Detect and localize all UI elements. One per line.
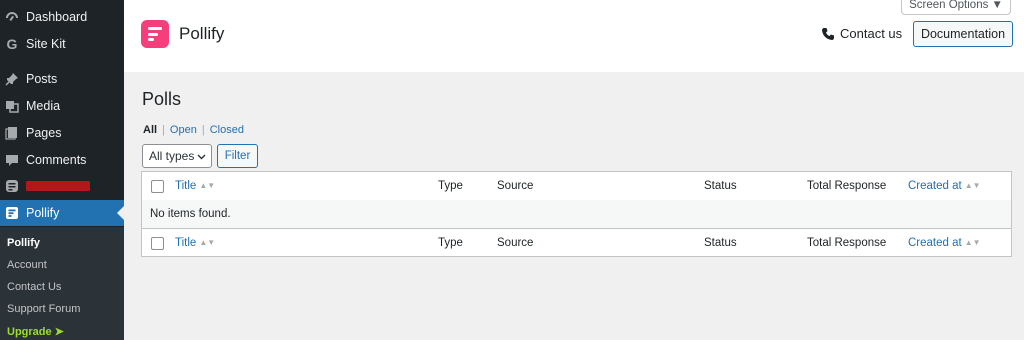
view-closed[interactable]: Closed xyxy=(210,124,244,136)
menu-label-pollify: Pollify xyxy=(26,206,60,220)
sort-icon: ▲▼ xyxy=(199,238,216,247)
view-all[interactable]: All xyxy=(143,124,157,136)
page-title: Polls xyxy=(142,89,182,109)
menu-item-pollify[interactable]: Pollify xyxy=(0,200,124,226)
menu-item-dashboard[interactable]: Dashboard xyxy=(0,4,124,30)
menu-label-pages: Pages xyxy=(26,126,62,140)
column-created-at-label: Created at xyxy=(908,180,962,192)
table-footer-row: Title ▲▼ Type Source Status Total Respons… xyxy=(142,228,1011,257)
polls-table: Title ▲▼ Type Source Status Total Respons… xyxy=(141,171,1012,257)
form-icon xyxy=(5,179,19,193)
column-created-at[interactable]: Created at ▲▼ xyxy=(908,180,981,192)
comment-icon xyxy=(5,153,19,167)
pollify-icon xyxy=(5,206,19,220)
submenu-item-contact-us[interactable]: Contact Us xyxy=(7,281,61,293)
menu-item-posts[interactable]: Posts xyxy=(0,66,124,92)
views-separator: | xyxy=(201,124,205,136)
column-status: Status xyxy=(704,180,737,192)
submenu-item-upgrade[interactable]: Upgrade ➤ xyxy=(7,325,64,338)
dashboard-icon xyxy=(5,10,19,24)
column-title-label: Title xyxy=(175,180,197,192)
pollify-submenu: Pollify Account Contact Us Support Forum… xyxy=(0,227,124,340)
column-total-response: Total Response xyxy=(807,180,887,192)
sort-icon: ▲▼ xyxy=(964,181,981,190)
menu-label-dashboard: Dashboard xyxy=(26,10,88,24)
column-title-label: Title xyxy=(175,237,197,249)
column-title[interactable]: Title ▲▼ xyxy=(175,237,215,249)
submenu-item-account[interactable]: Account xyxy=(7,259,47,271)
empty-message: No items found. xyxy=(150,208,231,220)
select-all-checkbox[interactable] xyxy=(151,180,164,193)
pin-icon xyxy=(5,72,19,86)
views-separator: | xyxy=(162,124,165,136)
contact-us-label: Contact us xyxy=(840,26,903,41)
column-type: Type xyxy=(438,237,463,249)
table-header-row: Title ▲▼ Type Source Status Total Respons… xyxy=(142,172,1011,201)
menu-label-site-kit: Site Kit xyxy=(26,37,66,51)
filter-button[interactable]: Filter xyxy=(217,144,258,168)
pollify-logo-icon xyxy=(141,20,169,48)
media-icon xyxy=(5,99,19,113)
menu-item-comments[interactable]: Comments xyxy=(0,147,124,173)
status-views: All | Open | Closed xyxy=(143,124,244,136)
brand-name: Pollify xyxy=(179,24,225,43)
menu-label-comments: Comments xyxy=(26,153,87,167)
menu-item-media[interactable]: Media xyxy=(0,93,124,119)
redacted-label xyxy=(26,181,90,191)
column-source: Source xyxy=(497,180,534,192)
site-kit-g-icon: G xyxy=(6,36,18,52)
chevron-down-icon xyxy=(197,154,206,160)
menu-label-media: Media xyxy=(26,99,61,113)
documentation-button[interactable]: Documentation xyxy=(913,21,1013,47)
select-all-checkbox[interactable] xyxy=(151,237,164,250)
column-status: Status xyxy=(704,237,737,249)
submenu-item-pollify[interactable]: Pollify xyxy=(7,237,40,249)
view-open[interactable]: Open xyxy=(170,124,197,136)
type-filter-select[interactable]: All types xyxy=(142,144,212,168)
screen-options-button[interactable]: Screen Options ▼ xyxy=(901,0,1011,15)
phone-icon xyxy=(822,27,834,40)
menu-item-pages[interactable]: Pages xyxy=(0,120,124,146)
pages-icon xyxy=(5,126,19,140)
table-row: No items found. xyxy=(142,200,1011,228)
column-title[interactable]: Title ▲▼ xyxy=(175,180,215,192)
column-created-at-label: Created at xyxy=(908,237,962,249)
column-created-at[interactable]: Created at ▲▼ xyxy=(908,237,981,249)
sort-icon: ▲▼ xyxy=(199,181,216,190)
menu-item-redacted[interactable] xyxy=(0,173,124,199)
column-type: Type xyxy=(438,180,463,192)
column-source: Source xyxy=(497,237,534,249)
menu-item-site-kit[interactable]: G Site Kit xyxy=(0,31,124,57)
submenu-item-support-forum[interactable]: Support Forum xyxy=(7,303,80,315)
admin-sidebar: Dashboard G Site Kit Posts Media Pages C… xyxy=(0,0,124,340)
plugin-header: Pollify Contact us Documentation xyxy=(124,0,1024,72)
column-total-response: Total Response xyxy=(807,237,887,249)
contact-us-link[interactable]: Contact us xyxy=(821,26,902,41)
sort-icon: ▲▼ xyxy=(964,238,981,247)
menu-label-posts: Posts xyxy=(26,72,58,86)
type-filter-value: All types xyxy=(149,149,195,163)
